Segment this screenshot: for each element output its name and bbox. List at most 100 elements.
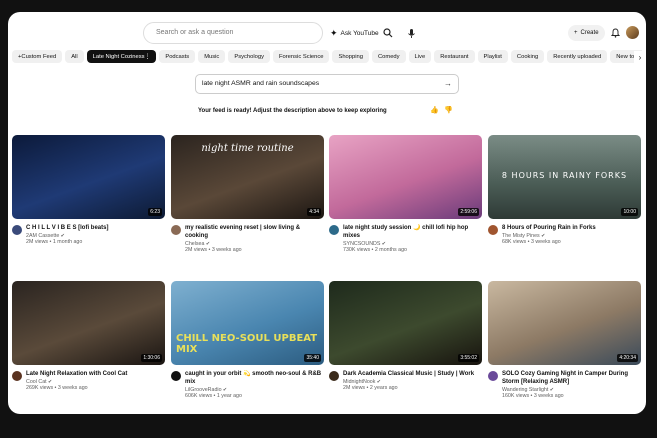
channel-avatar[interactable]	[488, 371, 498, 381]
video-stats: 68K views • 3 weeks ago	[502, 239, 561, 245]
chip-psychology[interactable]: Psychology	[228, 50, 270, 63]
video-meta: Late Night Relaxation with Cool Cat Cool …	[12, 370, 165, 391]
video-thumbnail[interactable]: 1:30:06	[12, 281, 165, 365]
notifications-bell-icon[interactable]	[608, 26, 622, 40]
video-duration: 10:00	[621, 208, 638, 216]
video-card[interactable]: 1:30:06 Late Night Relaxation with Cool C…	[12, 281, 165, 391]
video-thumbnail[interactable]: CHILL NEO-SOUL UPBEAT MIX 35:40	[171, 281, 324, 365]
video-duration: 4:20:34	[617, 354, 638, 362]
video-stats: 160K views • 3 weeks ago	[502, 393, 564, 399]
chip-forensic-science[interactable]: Forensic Science	[272, 50, 330, 63]
video-stats: 269K views • 3 weeks ago	[26, 385, 88, 391]
custom-feed-prompt-input[interactable]: late night ASMR and rain soundscapes →	[195, 74, 459, 94]
create-label: Create	[580, 30, 599, 36]
chip-label: Comedy	[377, 53, 400, 60]
video-title[interactable]: caught in your orbit 💫 smooth neo-soul &…	[185, 370, 324, 386]
chip-restaurant[interactable]: Restaurant	[434, 50, 475, 63]
chip-custom-feed[interactable]: + Custom Feed	[12, 50, 63, 63]
arrow-right-icon[interactable]: →	[444, 79, 452, 88]
video-duration: 2:59:06	[458, 208, 479, 216]
video-meta: 8 Hours of Pouring Rain in Forks The Mist…	[488, 224, 641, 245]
video-card[interactable]: 4:20:34 SOLO Cozy Gaming Night in Camper …	[488, 281, 641, 399]
video-card[interactable]: 2:59:06 late night study session 🌙 chill …	[329, 135, 482, 253]
thumbnail-text: night time routine	[201, 143, 294, 154]
video-duration: 6:23	[148, 208, 162, 216]
ask-youtube-button[interactable]: ✦ Ask YouTube	[326, 25, 383, 41]
video-title[interactable]: SOLO Cozy Gaming Night in Camper During …	[502, 370, 641, 386]
chip-label: Recently uploaded	[553, 53, 602, 60]
video-thumbnail[interactable]: 3:55:02	[329, 281, 482, 365]
filter-chips-bar: + Custom Feed All Late Night Coziness ⋮ Pod…	[12, 50, 642, 64]
video-duration: 35:40	[304, 354, 321, 362]
video-card[interactable]: night time routine 4:34 my realistic eveni…	[171, 135, 324, 253]
video-thumbnail[interactable]: 8 HOURS IN RAINY FORKS 10:00	[488, 135, 641, 219]
video-card[interactable]: CHILL NEO-SOUL UPBEAT MIX 35:40 caught in …	[171, 281, 324, 399]
create-button[interactable]: + Create	[568, 25, 605, 41]
thumbs-down-icon[interactable]: 👎	[444, 106, 453, 114]
chip-label: Playlist	[483, 53, 502, 60]
video-title[interactable]: Late Night Relaxation with Cool Cat	[26, 370, 165, 378]
thumbnail-text: 8 HOURS IN RAINY FORKS	[501, 171, 628, 180]
sparkle-icon: ✦	[330, 27, 338, 38]
video-thumbnail[interactable]: 2:59:06	[329, 135, 482, 219]
video-meta: Dark Academia Classical Music | Study | …	[329, 370, 482, 391]
microphone-icon[interactable]	[404, 26, 418, 40]
video-card[interactable]: 3:55:02 Dark Academia Classical Music | S…	[329, 281, 482, 391]
video-meta: caught in your orbit 💫 smooth neo-soul &…	[171, 370, 324, 399]
chip-playlist[interactable]: Playlist	[477, 50, 508, 63]
video-title[interactable]: Dark Academia Classical Music | Study | …	[343, 370, 482, 378]
chip-music[interactable]: Music	[198, 50, 226, 63]
video-title[interactable]: 8 Hours of Pouring Rain in Forks	[502, 224, 641, 232]
chip-podcasts[interactable]: Podcasts	[159, 50, 196, 63]
plus-icon: +	[574, 30, 578, 36]
app-frame: Search or ask a question ✦ Ask YouTube +…	[8, 12, 646, 414]
video-meta: late night study session 🌙 chill lofi hi…	[329, 224, 482, 253]
chip-recently-uploaded[interactable]: Recently uploaded	[547, 50, 608, 63]
chip-shopping[interactable]: Shopping	[332, 50, 369, 63]
channel-avatar[interactable]	[171, 371, 181, 381]
channel-avatar[interactable]	[12, 225, 22, 235]
ask-youtube-label: Ask YouTube	[340, 29, 379, 37]
thumbnail-text: CHILL NEO-SOUL UPBEAT MIX	[176, 333, 318, 355]
video-thumbnail[interactable]: night time routine 4:34	[171, 135, 324, 219]
chip-cooking[interactable]: Cooking	[510, 50, 545, 63]
thumbs-up-icon[interactable]: 👍	[430, 106, 439, 114]
chip-label: Live	[414, 53, 426, 60]
chip-label: Shopping	[338, 53, 363, 60]
chip-live[interactable]: Live	[408, 50, 432, 63]
channel-avatar[interactable]	[488, 225, 498, 235]
chevron-right-icon[interactable]: ›	[634, 51, 646, 63]
video-thumbnail[interactable]: 6:23	[12, 135, 165, 219]
channel-avatar[interactable]	[329, 225, 339, 235]
channel-avatar[interactable]	[329, 371, 339, 381]
user-avatar[interactable]	[626, 26, 639, 39]
video-card[interactable]: 8 HOURS IN RAINY FORKS 10:00 8 Hours of Po…	[488, 135, 641, 245]
video-meta: C H I L L V I B E S [lofi beats] 2AM Cass…	[12, 224, 165, 245]
video-stats: 606K views • 1 year ago	[185, 393, 242, 399]
search-input[interactable]: Search or ask a question	[143, 22, 323, 44]
more-options-icon[interactable]: ⋮	[145, 54, 151, 60]
video-duration: 1:30:06	[141, 354, 162, 362]
chip-label: Podcasts	[165, 53, 190, 60]
video-meta: SOLO Cozy Gaming Night in Camper During …	[488, 370, 641, 399]
chip-late-night-coziness[interactable]: Late Night Coziness ⋮	[86, 50, 157, 63]
video-title[interactable]: late night study session 🌙 chill lofi hi…	[343, 224, 482, 240]
chip-comedy[interactable]: Comedy	[371, 50, 406, 63]
video-stats: 2M views • 2 years ago	[343, 385, 398, 391]
video-thumbnail[interactable]: 4:20:34	[488, 281, 641, 365]
chip-label: All	[71, 53, 78, 60]
channel-avatar[interactable]	[171, 225, 181, 235]
video-stats: 2M views • 3 weeks ago	[185, 247, 242, 253]
chip-label: Cooking	[516, 53, 539, 60]
chip-label: Custom Feed	[21, 53, 57, 60]
video-title[interactable]: my realistic evening reset | slow living…	[185, 224, 324, 240]
video-stats: 2M views • 1 month ago	[26, 239, 83, 245]
chip-label: Music	[204, 53, 220, 60]
chip-all[interactable]: All	[65, 50, 84, 63]
channel-avatar[interactable]	[12, 371, 22, 381]
video-title[interactable]: C H I L L V I B E S [lofi beats]	[26, 224, 165, 232]
video-meta: my realistic evening reset | slow living…	[171, 224, 324, 253]
chip-label: Restaurant	[440, 53, 469, 60]
video-card[interactable]: 6:23 C H I L L V I B E S [lofi beats] 2AM …	[12, 135, 165, 245]
search-icon[interactable]	[381, 26, 395, 40]
